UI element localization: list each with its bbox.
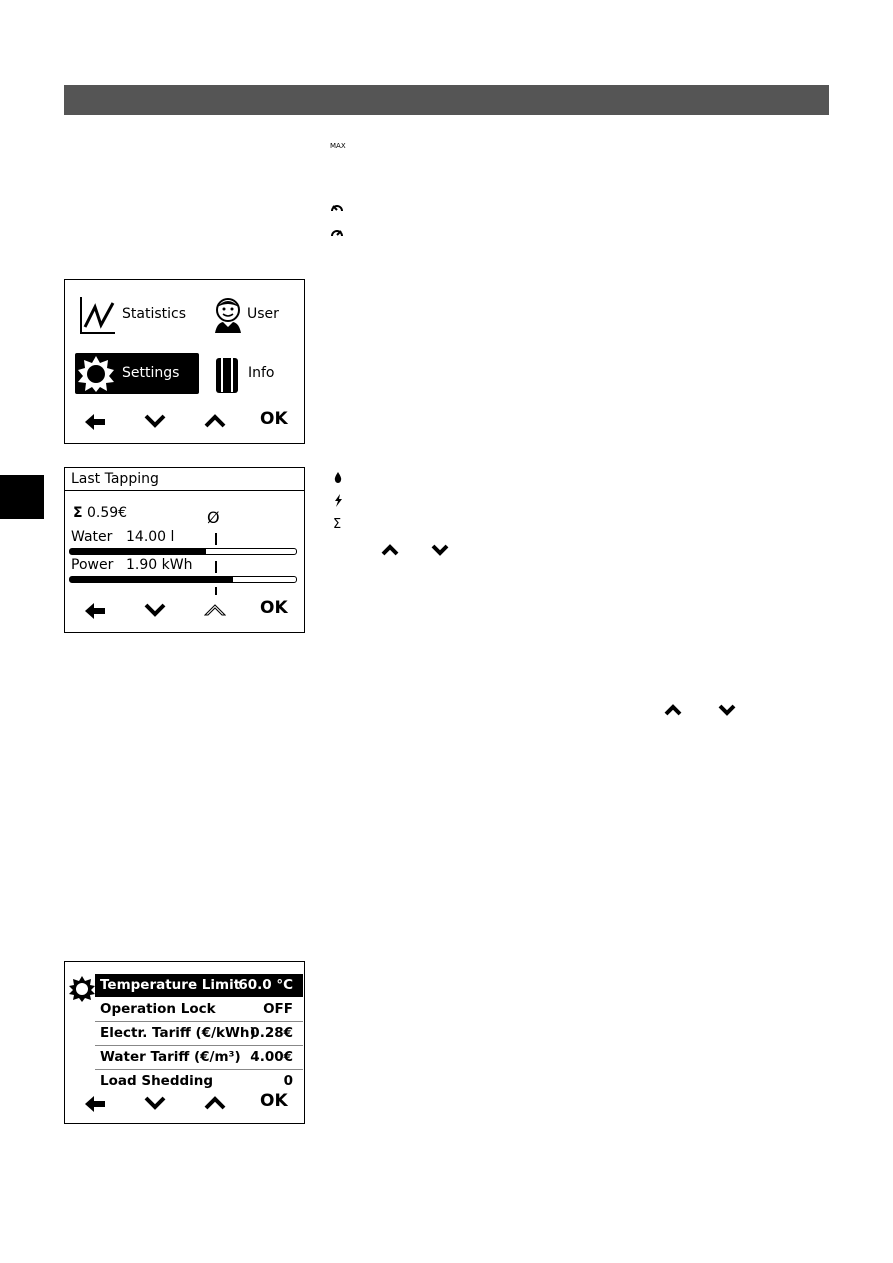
- lightning-icon: [335, 494, 342, 507]
- chart-line-icon: [80, 297, 115, 334]
- back-arrow-icon[interactable]: [83, 602, 107, 620]
- info-device-icon: [216, 357, 238, 393]
- user-face-icon: [215, 298, 241, 333]
- row-label: Operation Lock: [100, 1001, 216, 1017]
- gear-icon: [69, 976, 95, 1002]
- menu-item-user[interactable]: User: [247, 306, 279, 322]
- row-label: Load Shedding: [100, 1073, 214, 1089]
- settings-row-water-tariff[interactable]: Water Tariff (€/m³) 4.00€: [95, 1046, 303, 1070]
- settings-row-temperature-limit[interactable]: Temperature Limit 60.0 °C: [95, 974, 303, 997]
- settings-row-electricity-tariff[interactable]: Electr. Tariff (€/kWh) 0.28€: [95, 1022, 303, 1046]
- chevron-down-icon[interactable]: [144, 602, 166, 618]
- row-label: Temperature Limit: [100, 977, 241, 993]
- power-progress-bar: [69, 576, 297, 583]
- chevron-up-icon: [381, 544, 399, 556]
- nav-bar: OK: [65, 598, 304, 624]
- average-marker: [215, 561, 217, 573]
- chevron-up-icon[interactable]: [204, 413, 226, 429]
- power-progress-fill: [70, 577, 233, 582]
- screen-title: Last Tapping: [71, 471, 159, 487]
- water-label: Water: [71, 529, 113, 545]
- water-value: 14.00 l: [126, 529, 175, 545]
- row-value: 4.00€: [250, 1049, 293, 1065]
- chevron-down-icon: [718, 704, 736, 716]
- nav-bar: OK: [65, 409, 304, 435]
- sigma-icon: Σ: [333, 517, 342, 532]
- menu-item-statistics[interactable]: Statistics: [122, 306, 186, 322]
- chevron-up-icon: [664, 704, 682, 716]
- back-arrow-icon[interactable]: [83, 413, 107, 431]
- water-drop-icon: [334, 472, 342, 483]
- settings-screen: Temperature Limit 60.0 °C Operation Lock O…: [64, 961, 305, 1124]
- nav-bar: OK: [65, 1091, 304, 1117]
- screen-title-bar: Last Tapping: [65, 468, 304, 491]
- ok-button[interactable]: OK: [260, 409, 288, 429]
- cost-value: 0.59€: [87, 505, 128, 521]
- sigma-icon: Σ: [73, 505, 83, 521]
- average-marker: [215, 587, 217, 595]
- average-symbol: Ø: [207, 508, 220, 527]
- menu-item-settings[interactable]: Settings: [75, 353, 199, 394]
- gauge-low-icon: [331, 205, 343, 212]
- max-icon: MAX: [330, 142, 346, 150]
- chevron-down-icon[interactable]: [144, 1095, 166, 1111]
- gauge-high-icon: [331, 230, 343, 237]
- ok-button[interactable]: OK: [260, 1091, 288, 1111]
- average-marker: [215, 533, 217, 545]
- row-value: 0: [283, 1073, 293, 1089]
- manual-page: MAX Statistics User Settings Info OK Las…: [0, 0, 893, 1263]
- last-tapping-screen: Last Tapping Σ 0.59€ Ø Water 14.00 l Pow…: [64, 467, 305, 633]
- row-label: Water Tariff (€/m³): [100, 1049, 241, 1065]
- power-label: Power: [71, 557, 114, 573]
- power-value: 1.90 kWh: [126, 557, 193, 573]
- settings-row-operation-lock[interactable]: Operation Lock OFF: [95, 998, 303, 1022]
- menu-item-settings-label: Settings: [122, 365, 180, 381]
- back-arrow-icon[interactable]: [83, 1095, 107, 1113]
- chevron-down-icon: [431, 544, 449, 556]
- chapter-tab: [0, 475, 44, 519]
- row-value: OFF: [263, 1001, 293, 1017]
- chevron-down-icon[interactable]: [144, 413, 166, 429]
- ok-button[interactable]: OK: [260, 598, 288, 618]
- section-header-bar: [64, 85, 829, 115]
- menu-screen: Statistics User Settings Info OK: [64, 279, 305, 444]
- chevron-up-outline-icon[interactable]: [204, 602, 226, 618]
- row-label: Electr. Tariff (€/kWh): [100, 1025, 256, 1041]
- row-value: 0.28€: [250, 1025, 293, 1041]
- menu-item-info[interactable]: Info: [248, 365, 275, 381]
- settings-row-load-shedding[interactable]: Load Shedding 0: [95, 1070, 303, 1093]
- water-progress-fill: [70, 549, 206, 554]
- water-progress-bar: [69, 548, 297, 555]
- gear-icon: [78, 356, 114, 392]
- row-value: 60.0 °C: [238, 977, 293, 993]
- chevron-up-icon[interactable]: [204, 1095, 226, 1111]
